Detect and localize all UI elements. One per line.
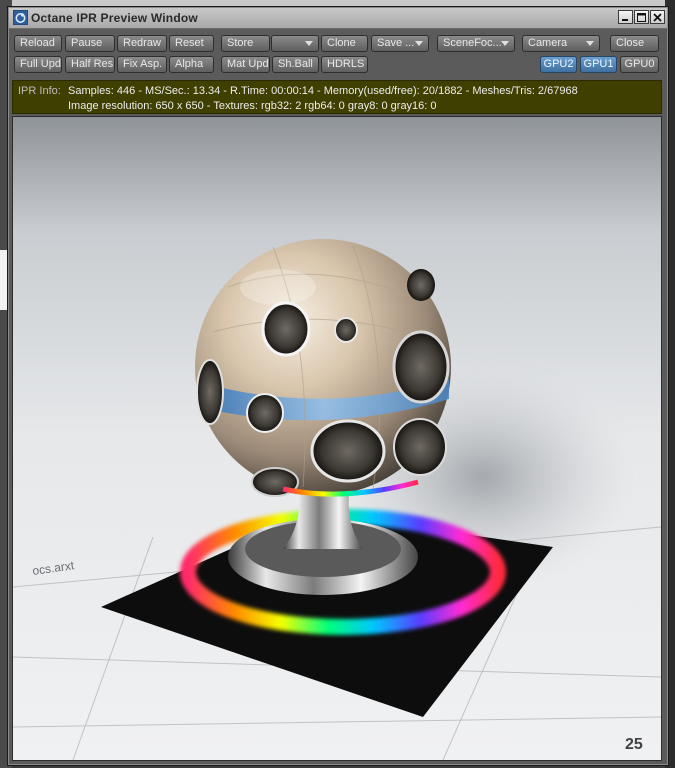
camera-dropdown[interactable]: Camera — [522, 35, 600, 52]
gpu0-toggle[interactable]: GPU0 — [620, 56, 659, 73]
shader-ball — [195, 239, 451, 497]
toolbar: Reload Pause Redraw Reset Store Clone Sa… — [9, 29, 667, 79]
ipr-info-bar: IPR Info: Samples: 446 - MS/Sec.: 13.34 … — [12, 80, 662, 114]
hdrls-button[interactable]: HDRLS — [321, 56, 368, 73]
minimize-icon — [622, 19, 628, 21]
close-icon — [653, 13, 662, 22]
redraw-button[interactable]: Redraw — [117, 35, 167, 52]
reset-button[interactable]: Reset — [169, 35, 214, 52]
ipr-stats-line: Samples: 446 - MS/Sec.: 13.34 - R.Time: … — [68, 85, 578, 97]
render-image: ocs.arxt 25 — [13, 117, 661, 760]
gpu1-toggle[interactable]: GPU1 — [580, 56, 617, 73]
clone-button[interactable]: Clone — [321, 35, 368, 52]
close-window-button[interactable] — [650, 10, 665, 24]
store-slot-dropdown[interactable] — [271, 35, 319, 52]
store-button[interactable]: Store — [221, 35, 270, 52]
camera-label: Camera — [528, 37, 568, 49]
save-label: Save ... — [377, 37, 415, 49]
render-viewport[interactable]: ocs.arxt 25 — [12, 116, 662, 761]
pause-button[interactable]: Pause — [65, 35, 115, 52]
scene-focus-dropdown[interactable]: SceneFoc... — [437, 35, 515, 52]
shader-ball-button[interactable]: Sh.Ball — [272, 56, 319, 73]
chevron-down-icon — [305, 41, 313, 46]
title-bar[interactable]: Octane IPR Preview Window — [9, 8, 667, 29]
scene-focus-label: SceneFoc... — [443, 37, 502, 49]
fix-aspect-button[interactable]: Fix Asp. — [117, 56, 167, 73]
octane-app-icon — [13, 10, 28, 25]
floor-label-right: 25 — [625, 736, 643, 753]
window-title: Octane IPR Preview Window — [31, 11, 198, 25]
half-res-button[interactable]: Half Res — [65, 56, 115, 73]
close-button[interactable]: Close — [610, 35, 659, 52]
alpha-button[interactable]: Alpha — [169, 56, 214, 73]
full-update-button[interactable]: Full Upd. — [14, 56, 62, 73]
ipr-info-label: IPR Info: — [18, 85, 61, 97]
chevron-down-icon — [586, 41, 594, 46]
maximize-icon — [637, 13, 646, 22]
reload-button[interactable]: Reload — [14, 35, 62, 52]
ipr-resolution-line: Image resolution: 650 x 650 - Textures: … — [68, 100, 437, 112]
ipr-preview-window: Octane IPR Preview Window Reload Pause R… — [7, 6, 669, 766]
gpu2-toggle[interactable]: GPU2 — [540, 56, 577, 73]
chevron-down-icon — [415, 41, 423, 46]
minimize-button[interactable] — [618, 10, 633, 24]
material-update-button[interactable]: Mat Upd — [221, 56, 270, 73]
maximize-button[interactable] — [634, 10, 649, 24]
save-dropdown[interactable]: Save ... — [371, 35, 429, 52]
chevron-down-icon — [501, 41, 509, 46]
